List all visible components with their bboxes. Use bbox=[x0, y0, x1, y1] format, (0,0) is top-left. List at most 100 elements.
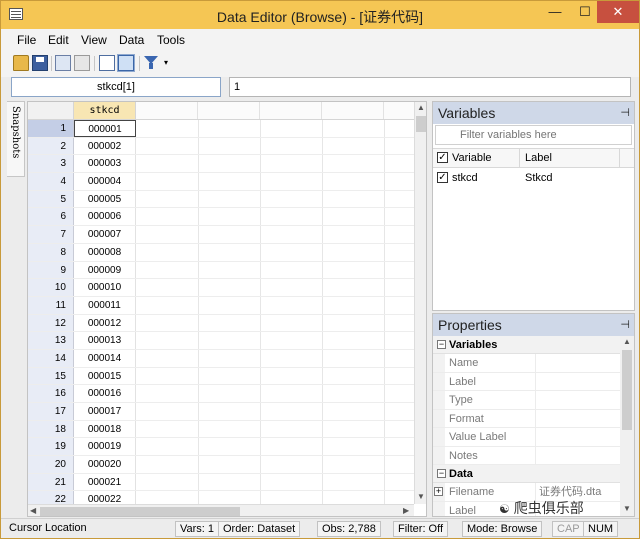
row-number[interactable]: 16 bbox=[28, 385, 74, 402]
row-number[interactable]: 5 bbox=[28, 190, 74, 208]
menu-file[interactable]: File bbox=[17, 33, 36, 47]
table-row[interactable]: 6 000006 bbox=[28, 208, 414, 227]
grid-vertical-scrollbar[interactable]: ▲ ▼ bbox=[414, 102, 426, 504]
close-button[interactable]: ✕ bbox=[597, 1, 639, 23]
table-row[interactable]: 12 000012 bbox=[28, 314, 414, 333]
scroll-down-icon[interactable]: ▼ bbox=[417, 492, 425, 501]
row-number[interactable]: 3 bbox=[28, 155, 74, 173]
header-variable[interactable]: Variable bbox=[452, 152, 492, 164]
pin-icon[interactable]: ⊣ bbox=[620, 102, 630, 124]
filter-variables-input[interactable] bbox=[435, 125, 632, 145]
menu-data[interactable]: Data bbox=[119, 33, 144, 47]
select-all-checkbox[interactable]: ✓ bbox=[437, 152, 448, 163]
properties-scroll-thumb[interactable] bbox=[622, 350, 632, 430]
grid-vertical-scroll-thumb[interactable] bbox=[416, 116, 426, 132]
cell-stkcd[interactable]: 000007 bbox=[74, 226, 136, 243]
cell-stkcd[interactable]: 000003 bbox=[74, 155, 136, 173]
scroll-down-icon[interactable]: ▼ bbox=[623, 504, 631, 513]
browse-mode-icon[interactable] bbox=[117, 54, 135, 72]
cell-stkcd[interactable]: 000010 bbox=[74, 279, 136, 296]
cell-stkcd[interactable]: 000021 bbox=[74, 473, 136, 491]
table-row[interactable]: 3 000003 bbox=[28, 155, 414, 174]
cell-stkcd[interactable]: 000004 bbox=[74, 173, 136, 190]
row-number[interactable]: 15 bbox=[28, 367, 74, 385]
property-row[interactable]: Notes bbox=[433, 446, 620, 465]
paste-icon[interactable] bbox=[74, 55, 90, 71]
cell-stkcd[interactable]: 000016 bbox=[74, 385, 136, 402]
properties-section-variables[interactable]: − Variables bbox=[433, 336, 620, 354]
row-number[interactable]: 11 bbox=[28, 296, 74, 314]
grid-corner[interactable] bbox=[28, 102, 74, 119]
cell-stkcd[interactable]: 000011 bbox=[74, 296, 136, 314]
table-row[interactable]: 10 000010 bbox=[28, 279, 414, 297]
row-number[interactable]: 12 bbox=[28, 314, 74, 332]
menu-tools[interactable]: Tools bbox=[157, 33, 185, 47]
scroll-left-icon[interactable]: ◀ bbox=[30, 506, 36, 515]
table-row[interactable]: 21 000021 bbox=[28, 473, 414, 492]
table-row[interactable]: 1 000001 bbox=[28, 120, 414, 138]
cell-value-field[interactable]: 1 bbox=[229, 77, 631, 97]
row-number[interactable]: 20 bbox=[28, 456, 74, 473]
table-row[interactable]: 11 000011 bbox=[28, 296, 414, 315]
header-label[interactable]: Label bbox=[525, 152, 552, 164]
filter-icon[interactable] bbox=[144, 55, 158, 71]
cell-stkcd[interactable]: 000014 bbox=[74, 349, 136, 367]
row-number[interactable]: 21 bbox=[28, 473, 74, 491]
menu-view[interactable]: View bbox=[81, 33, 107, 47]
pin-icon[interactable]: ⊣ bbox=[620, 314, 630, 336]
table-row[interactable]: 15 000015 bbox=[28, 367, 414, 386]
table-row[interactable]: 13 000013 bbox=[28, 332, 414, 350]
property-row[interactable]: Value Label bbox=[433, 428, 620, 447]
table-row[interactable]: 2 000002 bbox=[28, 137, 414, 156]
table-row[interactable]: 7 000007 bbox=[28, 226, 414, 244]
row-number[interactable]: 7 bbox=[28, 226, 74, 243]
scroll-up-icon[interactable]: ▲ bbox=[417, 103, 425, 112]
row-number[interactable]: 9 bbox=[28, 261, 74, 279]
cell-stkcd[interactable]: 000001 bbox=[74, 120, 136, 137]
cell-stkcd[interactable]: 000020 bbox=[74, 456, 136, 473]
cell-stkcd[interactable]: 000017 bbox=[74, 403, 136, 420]
maximize-button[interactable]: ☐ bbox=[571, 1, 599, 23]
table-row[interactable]: 18 000018 bbox=[28, 420, 414, 439]
row-number[interactable]: 14 bbox=[28, 349, 74, 367]
grid-horizontal-scroll-thumb[interactable] bbox=[40, 507, 240, 516]
scroll-up-icon[interactable]: ▲ bbox=[623, 337, 631, 346]
save-icon[interactable] bbox=[32, 55, 48, 71]
table-row[interactable]: 14 000014 bbox=[28, 349, 414, 368]
properties-vertical-scrollbar[interactable]: ▲ ▼ bbox=[620, 336, 634, 516]
expand-icon[interactable]: + bbox=[434, 487, 443, 496]
cell-stkcd[interactable]: 000015 bbox=[74, 367, 136, 385]
edit-mode-icon[interactable] bbox=[99, 55, 115, 71]
row-number[interactable]: 18 bbox=[28, 420, 74, 438]
property-row[interactable]: Name bbox=[433, 354, 620, 373]
menu-edit[interactable]: Edit bbox=[48, 33, 69, 47]
row-number[interactable]: 4 bbox=[28, 173, 74, 190]
row-number[interactable]: 19 bbox=[28, 438, 74, 456]
cell-name-field[interactable]: stkcd[1] bbox=[11, 77, 221, 97]
property-row[interactable]: Type bbox=[433, 391, 620, 410]
row-number[interactable]: 6 bbox=[28, 208, 74, 226]
table-row[interactable]: 4 000004 bbox=[28, 173, 414, 191]
property-row[interactable]: Label bbox=[433, 372, 620, 391]
row-number[interactable]: 2 bbox=[28, 137, 74, 155]
property-row[interactable]: Format bbox=[433, 409, 620, 428]
minimize-button[interactable]: — bbox=[541, 1, 569, 23]
cell-stkcd[interactable]: 000009 bbox=[74, 261, 136, 279]
variable-row-stkcd[interactable]: ✓ stkcd Stkcd bbox=[433, 169, 634, 187]
grid-horizontal-scrollbar[interactable]: ◀ ▶ bbox=[28, 504, 414, 516]
scroll-right-icon[interactable]: ▶ bbox=[403, 506, 409, 515]
table-row[interactable]: 5 000005 bbox=[28, 190, 414, 209]
table-row[interactable]: 19 000019 bbox=[28, 438, 414, 457]
copy-icon[interactable] bbox=[55, 55, 71, 71]
table-row[interactable]: 8 000008 bbox=[28, 243, 414, 262]
row-number[interactable]: 10 bbox=[28, 279, 74, 296]
collapse-icon[interactable]: − bbox=[437, 340, 446, 349]
row-number[interactable]: 17 bbox=[28, 403, 74, 420]
folder-open-icon[interactable] bbox=[13, 55, 29, 71]
cell-stkcd[interactable]: 000002 bbox=[74, 137, 136, 155]
properties-section-data[interactable]: − Data bbox=[433, 465, 620, 483]
table-row[interactable]: 20 000020 bbox=[28, 456, 414, 474]
table-row[interactable]: 16 000016 bbox=[28, 385, 414, 403]
cell-stkcd[interactable]: 000005 bbox=[74, 190, 136, 208]
filter-dropdown-icon[interactable]: ▾ bbox=[164, 55, 172, 71]
